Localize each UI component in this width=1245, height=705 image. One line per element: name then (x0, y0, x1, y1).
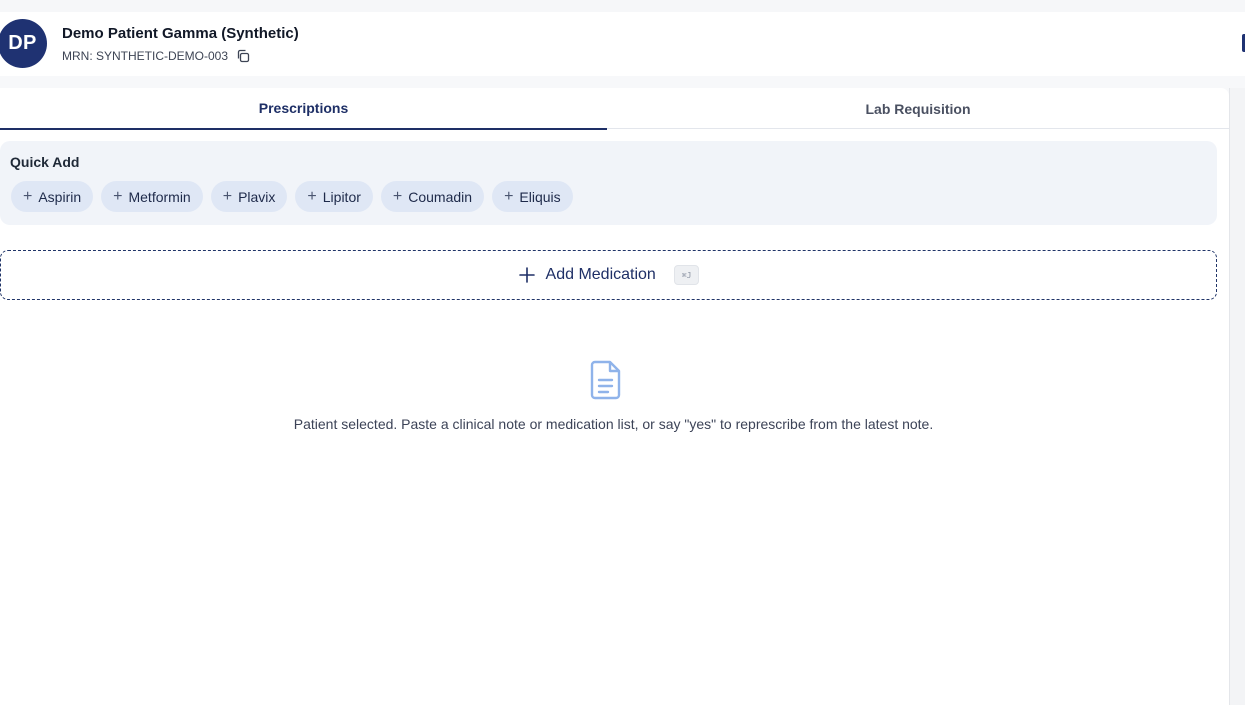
plus-icon: + (504, 187, 514, 205)
quick-add-chips: + Aspirin + Metformin + Plavix + Lipitor… (11, 181, 573, 212)
document-icon (586, 358, 626, 402)
mrn-row: MRN: SYNTHETIC-DEMO-003 (62, 49, 250, 63)
tab-lab-requisition[interactable]: Lab Requisition (607, 88, 1229, 129)
quick-add-plavix[interactable]: + Plavix (210, 181, 288, 212)
plus-icon: + (222, 187, 233, 205)
right-rail (1229, 88, 1245, 705)
plus-icon: + (23, 187, 33, 205)
chip-label: Plavix (238, 188, 276, 205)
patient-header: DP Demo Patient Gamma (Synthetic) MRN: S… (0, 12, 1245, 76)
tab-prescriptions[interactable]: Prescriptions (0, 88, 607, 130)
chip-label: Lipitor (322, 188, 361, 205)
quick-add-eliquis[interactable]: + Eliquis (492, 181, 573, 212)
add-medication-button[interactable]: Add Medication ⌘J (0, 250, 1217, 300)
quick-add-panel: Quick Add + Aspirin + Metformin + Plavix… (0, 141, 1217, 225)
mrn-text: MRN: SYNTHETIC-DEMO-003 (62, 49, 229, 63)
plus-icon (518, 266, 536, 284)
tab-bar: Prescriptions Lab Requisition (0, 88, 1229, 130)
plus-icon: + (392, 187, 403, 205)
quick-add-lipitor[interactable]: + Lipitor (295, 181, 373, 212)
avatar: DP (0, 19, 47, 68)
plus-icon: + (307, 187, 317, 205)
quick-add-aspirin[interactable]: + Aspirin (11, 181, 94, 212)
quick-add-metformin[interactable]: + Metformin (101, 181, 203, 212)
plus-icon: + (113, 187, 123, 205)
patient-name: Demo Patient Gamma (Synthetic) (62, 25, 299, 42)
chip-label: Coumadin (408, 188, 473, 205)
quick-add-coumadin[interactable]: + Coumadin (380, 181, 485, 212)
quick-add-title: Quick Add (10, 154, 80, 170)
empty-state: Patient selected. Paste a clinical note … (0, 358, 1217, 432)
chip-label: Metformin (128, 188, 191, 205)
chip-label: Aspirin (38, 188, 82, 205)
top-strip (0, 0, 1245, 12)
empty-state-message: Patient selected. Paste a clinical note … (293, 416, 934, 432)
add-medication-label: Add Medication (545, 266, 656, 283)
keyboard-shortcut-badge: ⌘J (673, 265, 700, 285)
copy-icon[interactable] (236, 49, 250, 63)
main-panel: Prescriptions Lab Requisition Quick Add … (0, 88, 1229, 705)
chip-label: Eliquis (519, 188, 561, 205)
